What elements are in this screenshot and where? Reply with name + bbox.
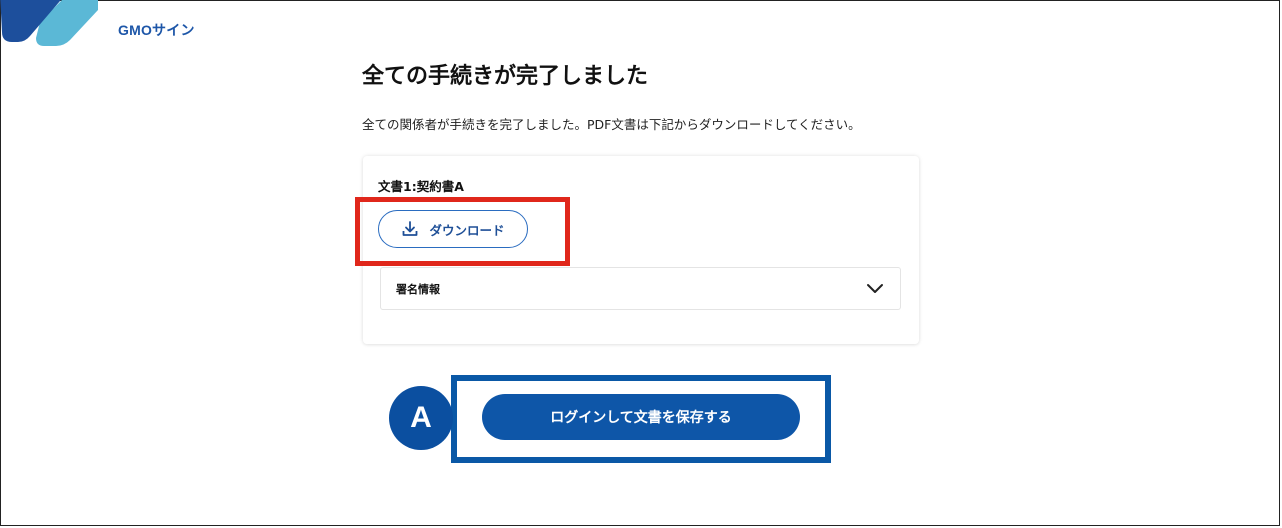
- document-name: 文書1:契約書A: [378, 179, 464, 194]
- gmo-logo-mark: [0, 0, 98, 46]
- chevron-down-icon: [867, 283, 883, 293]
- download-highlight-box: [355, 197, 570, 266]
- signature-info-accordion[interactable]: 署名情報: [380, 267, 901, 310]
- save-highlight-box: [451, 375, 831, 463]
- logo-text: GMOサイン: [118, 22, 195, 38]
- page-description: 全ての関係者が手続きを完了しました。PDF文書は下記からダウンロードしてください…: [362, 117, 861, 132]
- page-title: 全ての手続きが完了しました: [362, 64, 649, 89]
- signature-info-label: 署名情報: [396, 282, 440, 296]
- annotation-marker-a: A: [389, 386, 453, 450]
